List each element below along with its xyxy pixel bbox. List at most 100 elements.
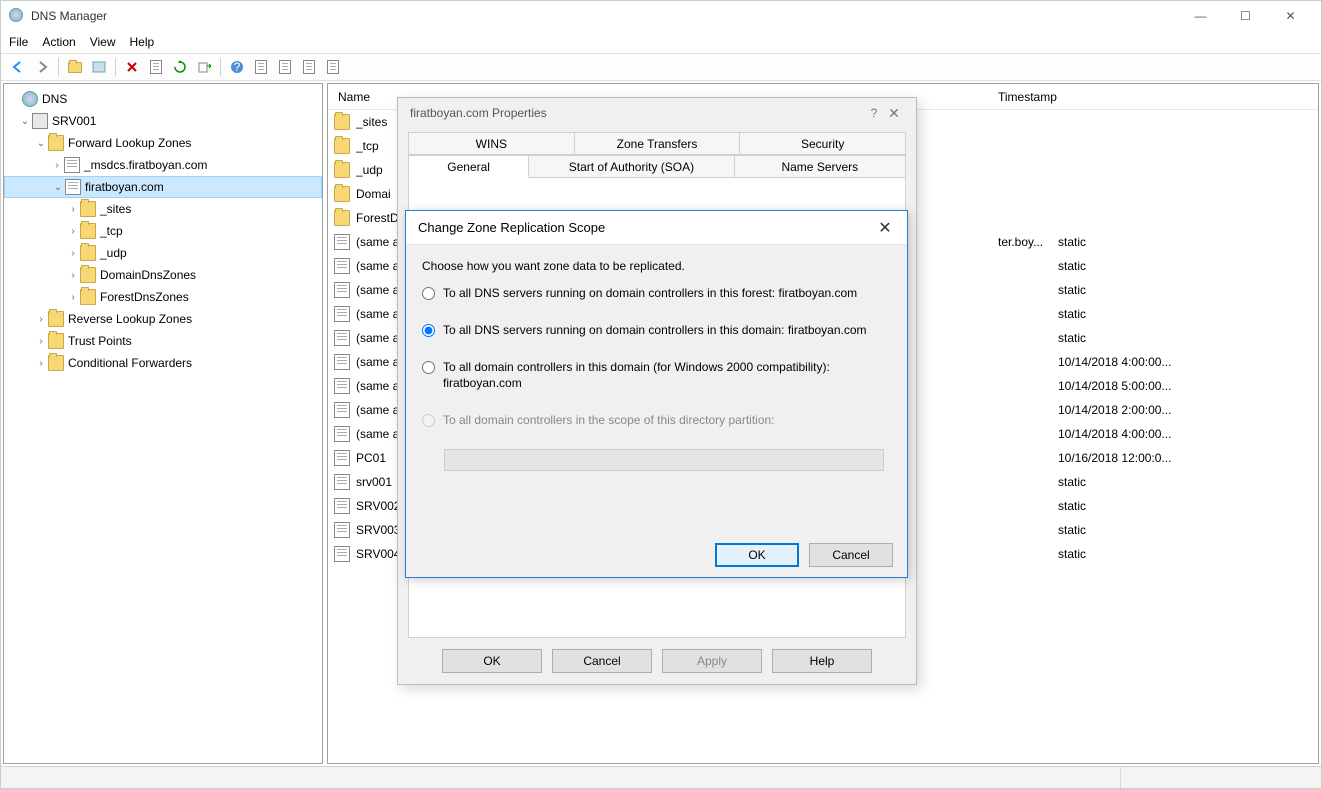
- expand-icon[interactable]: ›: [34, 314, 48, 325]
- refresh-icon[interactable]: [169, 56, 191, 78]
- replication-scope-dialog[interactable]: Change Zone Replication Scope ✕ Choose h…: [405, 210, 908, 578]
- column-name[interactable]: Name: [328, 90, 398, 104]
- close-icon[interactable]: ✕: [884, 105, 904, 122]
- tree-root-dns[interactable]: DNS: [4, 88, 322, 110]
- menu-view[interactable]: View: [90, 35, 116, 49]
- filter-icon[interactable]: [274, 56, 296, 78]
- tab-strip: WINS Zone Transfers Security General Sta…: [398, 128, 916, 178]
- show-hide-tree-icon[interactable]: [88, 56, 110, 78]
- expand-icon[interactable]: ›: [66, 292, 80, 303]
- tree-cf[interactable]: ›Conditional Forwarders: [4, 352, 322, 374]
- expand-icon[interactable]: ›: [66, 204, 80, 215]
- folder-icon: [80, 223, 96, 239]
- close-button[interactable]: ✕: [1268, 2, 1313, 30]
- tree-zone-firatboyan[interactable]: ⌄firatboyan.com: [4, 176, 322, 198]
- record-icon: [334, 306, 350, 322]
- tab-zone-transfers[interactable]: Zone Transfers: [575, 132, 741, 155]
- record-timestamp: static: [1058, 475, 1086, 489]
- expand-icon[interactable]: ›: [34, 336, 48, 347]
- menu-file[interactable]: File: [9, 35, 28, 49]
- maximize-button[interactable]: ☐: [1223, 2, 1268, 30]
- delete-icon[interactable]: [121, 56, 143, 78]
- folder-icon: [80, 267, 96, 283]
- folder-icon: [334, 162, 350, 178]
- app-icon: [9, 8, 25, 24]
- up-folder-icon[interactable]: [64, 56, 86, 78]
- record-icon: [334, 450, 350, 466]
- record-icon: [334, 234, 350, 250]
- record-icon: [334, 330, 350, 346]
- help-icon[interactable]: ?: [864, 106, 884, 120]
- tab-soa[interactable]: Start of Authority (SOA): [529, 155, 734, 178]
- expand-icon[interactable]: ›: [50, 160, 64, 171]
- collapse-icon[interactable]: ⌄: [34, 138, 48, 149]
- column-timestamp[interactable]: Timestamp: [998, 90, 1318, 104]
- tree-udp[interactable]: ›_udp: [4, 242, 322, 264]
- tree-ddz[interactable]: ›DomainDnsZones: [4, 264, 322, 286]
- expand-icon[interactable]: ›: [34, 358, 48, 369]
- record-timestamp: static: [1058, 235, 1086, 249]
- dialog-title-bar[interactable]: firatboyan.com Properties ? ✕: [398, 98, 916, 128]
- expand-icon[interactable]: ›: [66, 226, 80, 237]
- radio-forest[interactable]: [422, 287, 435, 300]
- expand-icon[interactable]: ›: [66, 270, 80, 281]
- tree-msdcs[interactable]: ›_msdcs.firatboyan.com: [4, 154, 322, 176]
- radio-option-forest[interactable]: To all DNS servers running on domain con…: [422, 285, 891, 302]
- dialog-prompt: Choose how you want zone data to be repl…: [422, 259, 891, 273]
- new-zone-icon[interactable]: [250, 56, 272, 78]
- radio-domain[interactable]: [422, 324, 435, 337]
- menu-action[interactable]: Action: [42, 35, 75, 49]
- folder-icon: [334, 186, 350, 202]
- menu-bar: File Action View Help: [1, 31, 1321, 53]
- dialog-title-bar[interactable]: Change Zone Replication Scope ✕: [406, 211, 907, 245]
- folder-icon: [48, 333, 64, 349]
- record-icon: [334, 474, 350, 490]
- tree-sites[interactable]: ›_sites: [4, 198, 322, 220]
- collapse-icon[interactable]: ⌄: [51, 182, 65, 193]
- ok-button[interactable]: OK: [442, 649, 542, 673]
- tab-wins[interactable]: WINS: [408, 132, 575, 155]
- list-icon[interactable]: [298, 56, 320, 78]
- properties-icon[interactable]: [145, 56, 167, 78]
- tree-rlz[interactable]: ›Reverse Lookup Zones: [4, 308, 322, 330]
- tree-tcp[interactable]: ›_tcp: [4, 220, 322, 242]
- minimize-button[interactable]: —: [1178, 2, 1223, 30]
- record-icon: [334, 354, 350, 370]
- folder-icon: [334, 114, 350, 130]
- detail-icon[interactable]: [322, 56, 344, 78]
- radio-partition: [422, 414, 435, 427]
- tree-flz[interactable]: ⌄Forward Lookup Zones: [4, 132, 322, 154]
- folder-icon: [334, 138, 350, 154]
- tree-tp[interactable]: ›Trust Points: [4, 330, 322, 352]
- folder-icon: [80, 201, 96, 217]
- tree-server[interactable]: ⌄SRV001: [4, 110, 322, 132]
- expand-icon[interactable]: ›: [66, 248, 80, 259]
- ok-button[interactable]: OK: [715, 543, 799, 567]
- window-title: DNS Manager: [31, 9, 1178, 23]
- title-bar[interactable]: DNS Manager — ☐ ✕: [1, 1, 1321, 31]
- collapse-icon[interactable]: ⌄: [18, 116, 32, 127]
- help-icon[interactable]: ?: [226, 56, 248, 78]
- tab-security[interactable]: Security: [740, 132, 906, 155]
- close-icon[interactable]: ✕: [875, 218, 895, 238]
- tree-pane[interactable]: DNS ⌄SRV001 ⌄Forward Lookup Zones ›_msdc…: [3, 83, 323, 764]
- radio-option-domain[interactable]: To all DNS servers running on domain con…: [422, 322, 891, 339]
- record-timestamp: 10/16/2018 12:00:0...: [1058, 451, 1171, 465]
- help-button[interactable]: Help: [772, 649, 872, 673]
- dns-icon: [22, 91, 38, 107]
- forward-button[interactable]: [31, 56, 53, 78]
- zone-icon: [65, 179, 81, 195]
- radio-option-win2000[interactable]: To all domain controllers in this domain…: [422, 359, 891, 393]
- tree-fdz[interactable]: ›ForestDnsZones: [4, 286, 322, 308]
- menu-help[interactable]: Help: [130, 35, 155, 49]
- tab-name-servers[interactable]: Name Servers: [735, 155, 906, 178]
- record-icon: [334, 546, 350, 562]
- radio-win2000[interactable]: [422, 361, 435, 374]
- tab-general[interactable]: General: [408, 155, 529, 178]
- cancel-button[interactable]: Cancel: [809, 543, 893, 567]
- export-icon[interactable]: [193, 56, 215, 78]
- apply-button[interactable]: Apply: [662, 649, 762, 673]
- back-button[interactable]: [7, 56, 29, 78]
- record-timestamp: 10/14/2018 2:00:00...: [1058, 403, 1171, 417]
- cancel-button[interactable]: Cancel: [552, 649, 652, 673]
